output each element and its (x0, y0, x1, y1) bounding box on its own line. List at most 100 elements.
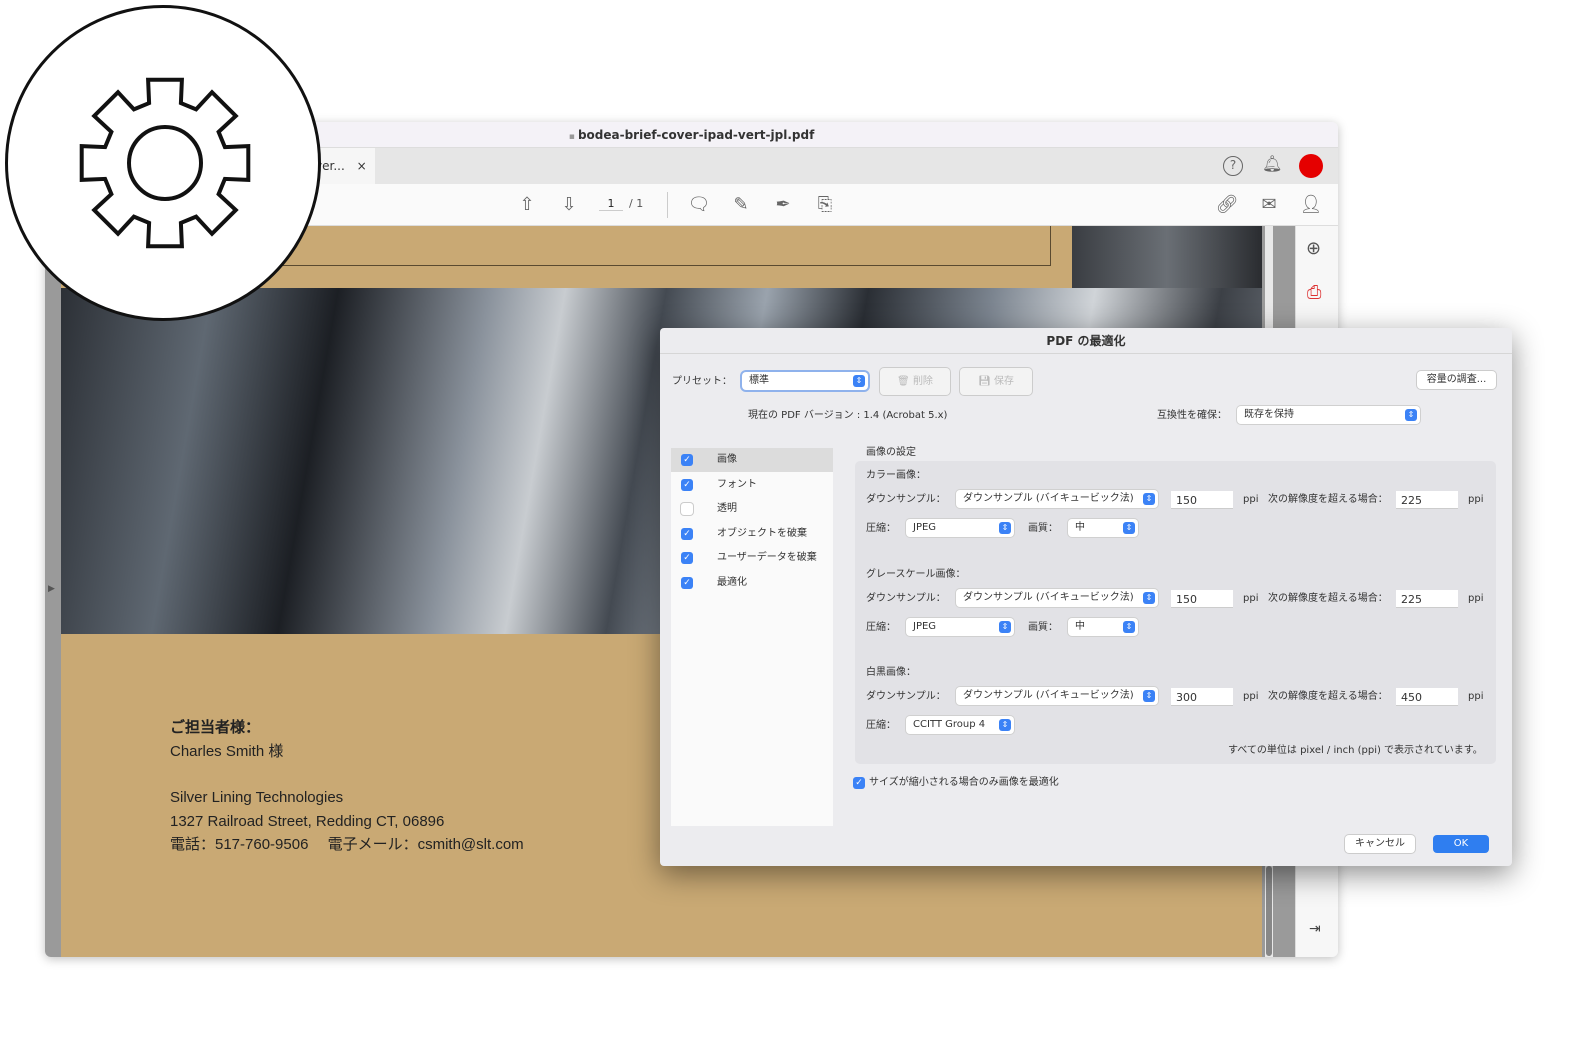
quality-select[interactable]: 中 ⇕ (1068, 519, 1138, 537)
bell-icon[interactable]: 🔔︎ (1262, 154, 1282, 173)
downsample-select[interactable]: ダウンサンプル (バイキュービック法) ⇕ (956, 589, 1158, 607)
help-icon[interactable]: ? (1223, 156, 1243, 176)
contact-name: Charles Smith 様 (170, 742, 284, 760)
address: 1327 Railroad Street, Redding CT, 06896 (170, 812, 445, 830)
arrow-down-icon[interactable]: ⇩ (557, 194, 581, 215)
pdf-version-label: 現在の PDF バージョン : 1.4 (Acrobat 5.x) (748, 410, 948, 421)
above-label: 次の解像度を超える場合： (1268, 494, 1388, 505)
page-top-right (1072, 226, 1262, 288)
compress-label: 圧縮： (866, 523, 896, 534)
stepper-icon: ⇕ (853, 375, 865, 387)
compression-select[interactable]: JPEG ⇕ (906, 618, 1014, 636)
panel-checkbox[interactable]: ✓ (681, 454, 693, 466)
cancel-button[interactable]: キャンセル (1345, 835, 1415, 853)
settings-badge (5, 5, 321, 321)
save-icon: 💾︎ (978, 376, 991, 387)
comment-icon[interactable]: 🗨︎ (687, 194, 711, 215)
panel-checkbox[interactable] (681, 503, 693, 516)
dialog-title: PDF の最適化 (660, 328, 1512, 354)
stepper-icon: ⇕ (999, 719, 1011, 731)
page-number-input[interactable]: 1 (599, 197, 623, 211)
compression-select[interactable]: CCITT Group 4 ⇕ (906, 716, 1014, 734)
ppi-unit: ppi (1243, 691, 1259, 702)
ok-button[interactable]: OK (1433, 835, 1489, 853)
above-ppi-input[interactable]: 225 (1396, 590, 1458, 608)
sign-icon[interactable]: ✒ (771, 194, 795, 215)
panel-item[interactable]: ✓ 最適化 (671, 571, 833, 595)
arrow-up-icon[interactable]: ⇧ (515, 194, 539, 215)
group-title: カラー画像： (866, 470, 926, 481)
stepper-icon: ⇕ (1143, 493, 1155, 505)
ppi-unit: ppi (1468, 593, 1484, 604)
panel-label: フォント (717, 478, 757, 490)
collapse-panel-icon[interactable]: ⇥ (1309, 921, 1321, 937)
left-panel-toggle[interactable]: ▶ (48, 584, 55, 594)
ppi-unit: ppi (1243, 593, 1259, 604)
quality-label: 画質： (1028, 523, 1058, 534)
compression-select[interactable]: JPEG ⇕ (906, 519, 1014, 537)
only-if-smaller-checkbox[interactable]: ✓ (853, 777, 865, 789)
panel-item[interactable]: ✓ フォント (671, 473, 833, 497)
audit-space-button[interactable]: 容量の調査... (1417, 371, 1496, 389)
panel-label: 画像 (717, 454, 737, 465)
stepper-icon: ⇕ (1143, 592, 1155, 604)
preset-value: 標準 (749, 375, 769, 386)
record-indicator[interactable] (1299, 154, 1323, 178)
panel-checkbox[interactable]: ✓ (681, 577, 693, 589)
create-pdf-icon[interactable]: ⎙ (1307, 282, 1321, 303)
panel-label: 透明 (717, 503, 737, 515)
panel-item[interactable]: ✓ オブジェクトを破棄 (671, 522, 833, 546)
downsample-select[interactable]: ダウンサンプル (バイキュービック法) ⇕ (956, 687, 1158, 705)
contact-label: ご担当者様： (170, 719, 261, 736)
preset-label: プリセット： (672, 376, 732, 387)
panel-checkbox[interactable]: ✓ (681, 552, 693, 565)
window-title: bodea-brief-cover-ipad-vert-jpl.pdf (577, 128, 815, 142)
stepper-icon: ⇕ (1405, 409, 1417, 421)
above-ppi-input[interactable]: 450 (1396, 688, 1458, 706)
downsample-ppi-input[interactable]: 150 (1171, 590, 1233, 608)
only-if-smaller-label: サイズが縮小される場合のみ画像を最適化 (869, 777, 1059, 788)
company-name: Silver Lining Technologies (170, 789, 344, 806)
tab-close-button[interactable]: × (357, 159, 367, 173)
stepper-icon: ⇕ (999, 621, 1011, 633)
panel-item[interactable]: ✓ ユーザーデータを破棄 (671, 546, 833, 570)
panel-checkbox[interactable]: ✓ (681, 478, 693, 491)
panel-checkbox[interactable]: ✓ (681, 527, 693, 540)
edit-icon[interactable]: ⎘ (813, 194, 837, 215)
toolbar-divider (667, 192, 668, 218)
email-icon[interactable]: ✉ (1257, 194, 1281, 215)
compat-select[interactable]: 既存を保持 ⇕ (1237, 406, 1420, 424)
delete-preset-button[interactable]: 🗑︎ 削除 (880, 368, 950, 395)
quality-label: 画質： (1028, 622, 1058, 633)
panel-label: 最適化 (717, 577, 747, 588)
above-label: 次の解像度を超える場合： (1268, 691, 1388, 702)
highlight-icon[interactable]: ✎ (729, 194, 753, 215)
stepper-icon: ⇕ (1143, 690, 1155, 702)
contact-block: ご担当者様： Charles Smith 様 Silver Lining Tec… (170, 716, 524, 857)
compress-label: 圧縮： (866, 720, 896, 731)
group-title: グレースケール画像： (866, 569, 966, 580)
downsample-select[interactable]: ダウンサンプル (バイキュービック法) ⇕ (956, 490, 1158, 508)
ppi-unit: ppi (1243, 494, 1259, 505)
file-icon: ▪ (568, 132, 578, 142)
share-link-icon[interactable]: 🔗︎ (1215, 194, 1239, 215)
panel-item[interactable]: ✓ 画像 (671, 448, 833, 472)
downsample-ppi-input[interactable]: 150 (1171, 491, 1233, 509)
optimize-pdf-dialog: PDF の最適化 プリセット： 標準 ⇕ 🗑︎ 削除 💾︎ 保存 容量の調査...… (660, 328, 1512, 866)
downsample-label: ダウンサンプル： (866, 494, 946, 505)
downsample-label: ダウンサンプル： (866, 593, 946, 604)
panel-item[interactable]: 透明 (671, 497, 833, 521)
above-ppi-input[interactable]: 225 (1396, 491, 1458, 509)
preset-select[interactable]: 標準 ⇕ (742, 372, 868, 390)
above-label: 次の解像度を超える場合： (1268, 593, 1388, 604)
downsample-ppi-input[interactable]: 300 (1171, 688, 1233, 706)
add-user-icon[interactable]: 👤︎ (1299, 194, 1323, 215)
group-title: 白黒画像： (866, 667, 916, 678)
units-note: すべての単位は pixel / inch (ppi) で表示されています。 (1228, 745, 1483, 756)
zoom-in-icon[interactable]: ⊕ (1306, 238, 1321, 259)
trash-icon: 🗑︎ (897, 376, 910, 387)
gear-icon (79, 77, 251, 249)
compress-label: 圧縮： (866, 622, 896, 633)
quality-select[interactable]: 中 ⇕ (1068, 618, 1138, 636)
save-preset-button[interactable]: 💾︎ 保存 (960, 368, 1032, 395)
